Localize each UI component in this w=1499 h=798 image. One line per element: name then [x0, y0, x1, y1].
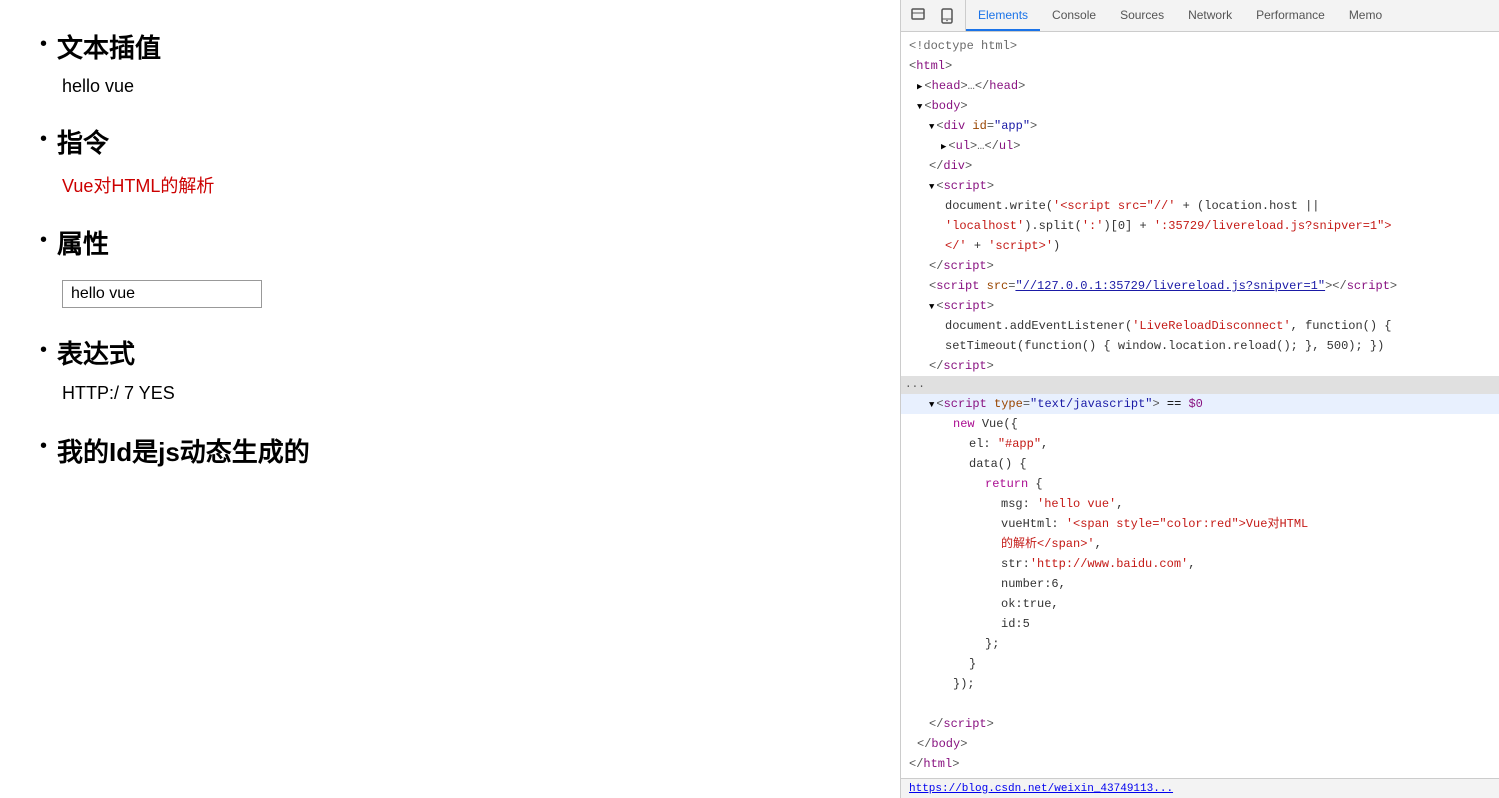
inspect-element-icon[interactable]	[907, 4, 931, 28]
title-attribute: 属性	[57, 226, 109, 262]
bullet-1: •	[40, 30, 47, 58]
html-line-ok: ok:true,	[901, 594, 1499, 614]
html-line-script1-open: ▼<script>	[901, 176, 1499, 196]
section-text-interpolation: • 文本插值 hello vue	[40, 30, 860, 97]
html-line-vue-close: });	[901, 674, 1499, 694]
devtools-statusbar[interactable]: https://blog.csdn.net/weixin_43749113...	[901, 778, 1499, 798]
directive-red-text: Vue对HTML的解析	[62, 176, 214, 196]
tab-performance[interactable]: Performance	[1244, 0, 1337, 31]
devtools-panel: Elements Console Sources Network Perform…	[900, 0, 1499, 798]
device-toolbar-icon[interactable]	[935, 4, 959, 28]
bullet-4: •	[40, 336, 47, 364]
html-line-body-open: ▼<body>	[901, 96, 1499, 116]
content-directive: Vue对HTML的解析	[62, 172, 860, 198]
tab-network[interactable]: Network	[1176, 0, 1244, 31]
html-line-doctype: <!doctype html>	[901, 36, 1499, 56]
html-line-str: str:'http://www.baidu.com',	[901, 554, 1499, 574]
html-line-data-close: }	[901, 654, 1499, 674]
html-line-docwrite-2: 'localhost').split(':')[0] + ':35729/liv…	[901, 216, 1499, 236]
html-line-div-app: ▼<div id="app">	[901, 116, 1499, 136]
html-line-data: data() {	[901, 454, 1499, 474]
html-line-docwrite-3: </' + 'script>')	[901, 236, 1499, 256]
devtools-html-tree[interactable]: <!doctype html> <html> ▶<head>…</head> ▼…	[901, 32, 1499, 778]
tab-elements[interactable]: Elements	[966, 0, 1040, 31]
html-line-docwrite-1: document.write('<script src="//' + (loca…	[901, 196, 1499, 216]
html-line-msg: msg: 'hello vue',	[901, 494, 1499, 514]
html-line-script2-open: ▼<script>	[901, 296, 1499, 316]
html-line-html-open: <html>	[901, 56, 1499, 76]
html-line-addeventlistener: document.addEventListener('LiveReloadDis…	[901, 316, 1499, 336]
title-text-interpolation: 文本插值	[57, 30, 161, 66]
html-line-script-livereload: <script src="//127.0.0.1:35729/livereloa…	[901, 276, 1499, 296]
html-line-script-main-close: </script>	[901, 714, 1499, 734]
html-line-head: ▶<head>…</head>	[901, 76, 1499, 96]
section-directive: • 指令 Vue对HTML的解析	[40, 125, 860, 197]
tab-console[interactable]: Console	[1040, 0, 1108, 31]
html-line-return: return {	[901, 474, 1499, 494]
html-line-script2-close: </script>	[901, 356, 1499, 376]
section-dynamic-id: • 我的Id是js动态生成的	[40, 432, 860, 469]
html-line-ul: ▶<ul>…</ul>	[901, 136, 1499, 156]
devtools-toolbar: Elements Console Sources Network Perform…	[901, 0, 1499, 32]
html-line-vuehtml-cont: 的解析</span>',	[901, 534, 1499, 554]
bullet-5: •	[40, 432, 47, 460]
html-line-empty	[901, 694, 1499, 714]
title-dynamic-id: 我的Id是js动态生成的	[57, 432, 310, 469]
tab-sources[interactable]: Sources	[1108, 0, 1176, 31]
html-line-html-close: </html>	[901, 754, 1499, 774]
tab-memo[interactable]: Memo	[1337, 0, 1394, 31]
html-line-el: el: "#app",	[901, 434, 1499, 454]
devtools-icon-group	[901, 0, 966, 31]
html-line-number: number:6,	[901, 574, 1499, 594]
attribute-input[interactable]	[62, 280, 262, 308]
statusbar-url: https://blog.csdn.net/weixin_43749113...	[909, 783, 1173, 795]
bullet-3: •	[40, 226, 47, 254]
html-line-return-close: };	[901, 634, 1499, 654]
left-panel: • 文本插值 hello vue • 指令 Vue对HTML的解析 • 属性 •…	[0, 0, 900, 798]
ellipsis-bar: ...	[901, 376, 1499, 394]
devtools-tabs: Elements Console Sources Network Perform…	[966, 0, 1499, 31]
content-text-interpolation: hello vue	[62, 76, 860, 97]
section-attribute: • 属性	[40, 226, 860, 308]
bullet-2: •	[40, 125, 47, 153]
html-line-new-vue: new Vue({	[901, 414, 1499, 434]
html-line-id: id:5	[901, 614, 1499, 634]
html-line-script1-close: </script>	[901, 256, 1499, 276]
html-line-div-close: </div>	[901, 156, 1499, 176]
title-expression: 表达式	[57, 336, 135, 372]
html-line-settimeout: setTimeout(function() { window.location.…	[901, 336, 1499, 356]
html-line-script-type: ▼<script type="text/javascript"> == $0	[901, 394, 1499, 414]
html-line-body-close: </body>	[901, 734, 1499, 754]
title-directive: 指令	[57, 125, 109, 161]
section-expression: • 表达式 HTTP:/ 7 YES	[40, 336, 860, 403]
html-line-vuehtml: vueHtml: '<span style="color:red">Vue对HT…	[901, 514, 1499, 534]
content-expression: HTTP:/ 7 YES	[62, 383, 860, 404]
